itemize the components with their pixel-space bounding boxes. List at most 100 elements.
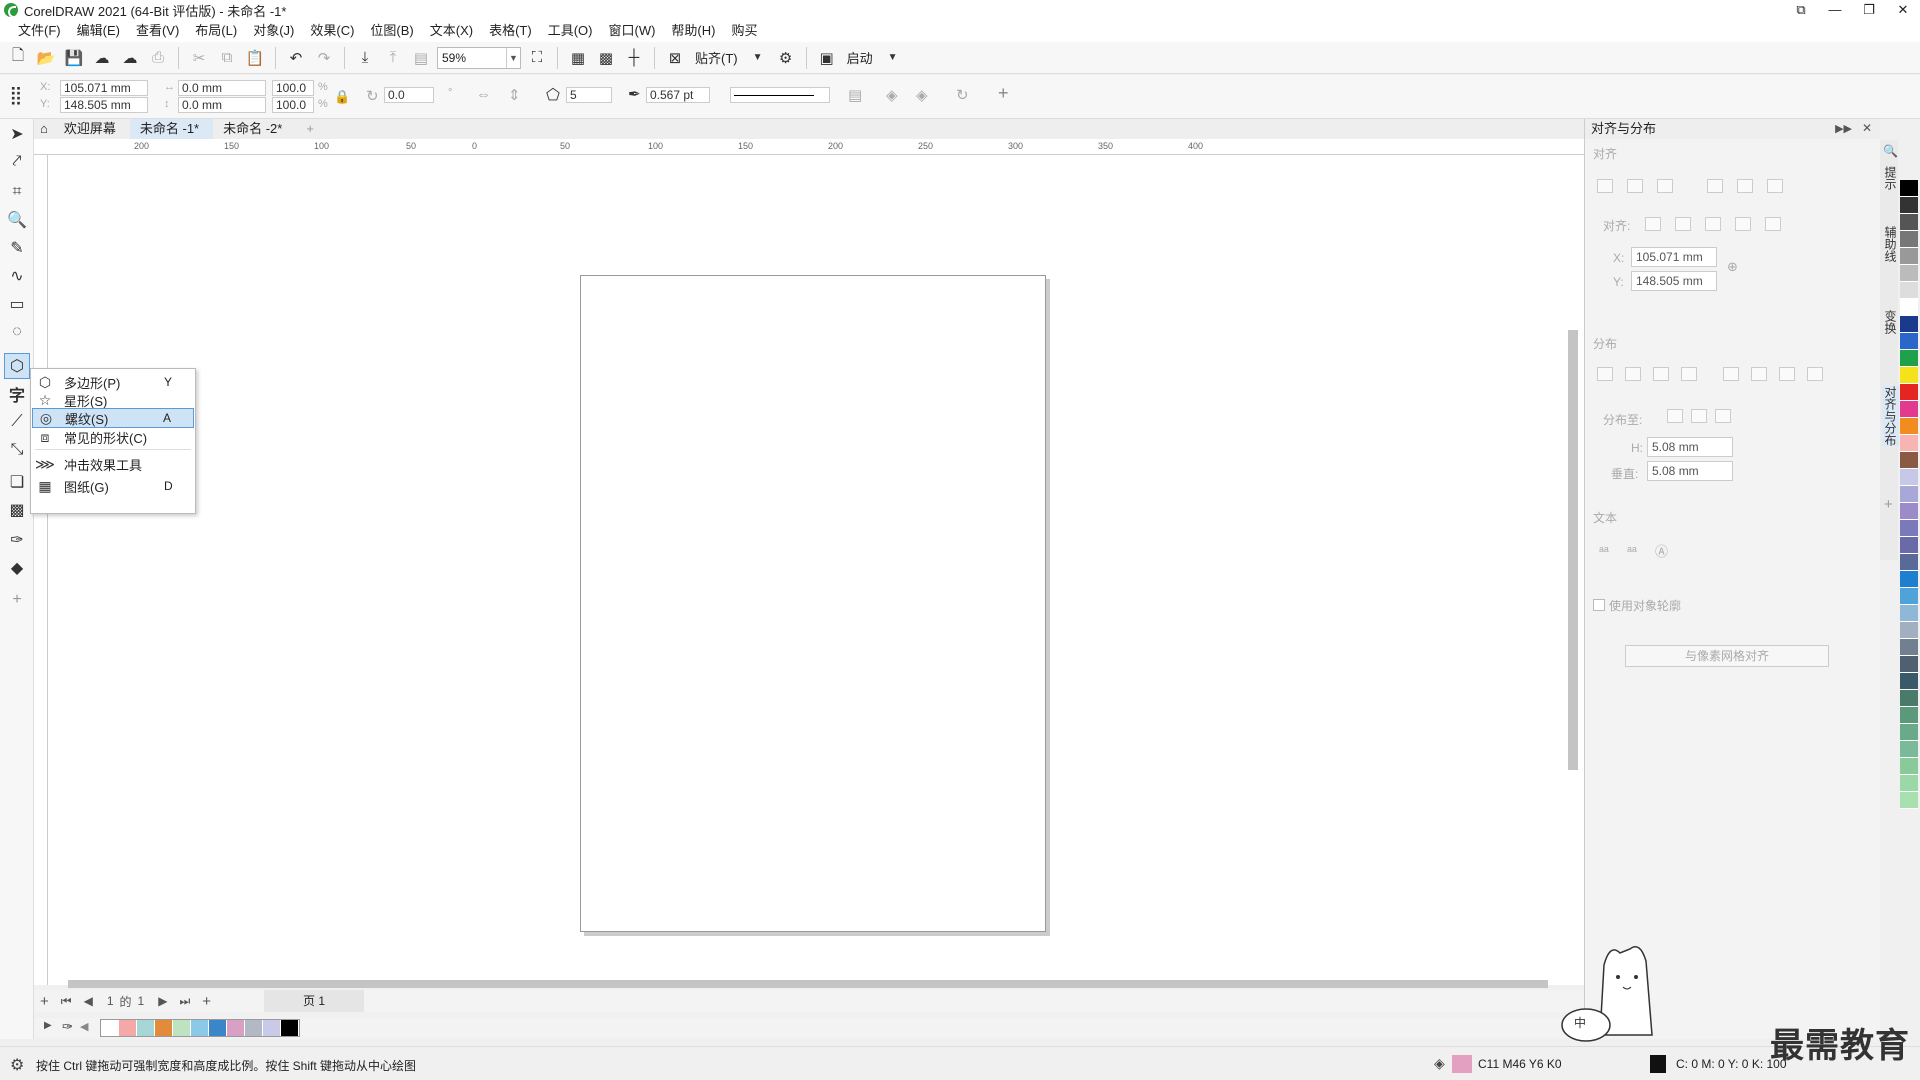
crop-tool-icon[interactable]: ⌗ (4, 179, 30, 205)
flyout-common-shapes[interactable]: ⧈ 常见的形状(C) (32, 427, 194, 447)
tab-untitled-2[interactable]: 未命名 -2* (213, 119, 296, 139)
launch-icon[interactable]: ▣ (815, 46, 839, 70)
tab-untitled-1[interactable]: 未命名 -1* (129, 119, 214, 139)
settings-gear-icon[interactable]: ⚙ (10, 1055, 24, 1075)
copy-icon[interactable]: ⧉ (215, 46, 239, 70)
align-active-object-icon[interactable] (1645, 217, 1661, 231)
menu-edit[interactable]: 编辑(E) (69, 20, 128, 42)
palette-swatch[interactable] (1900, 401, 1918, 418)
interactive-fill-icon[interactable]: ◆ (4, 555, 30, 581)
distribute-bottom-icon[interactable] (1807, 367, 1823, 381)
width-field[interactable]: 0.0 mm (178, 80, 266, 96)
palette-swatch[interactable] (1900, 690, 1918, 707)
palette-swatch[interactable] (119, 1020, 137, 1036)
wrap-text-icon[interactable]: ▤ (848, 86, 862, 104)
palette-swatch[interactable] (281, 1020, 299, 1036)
palette-swatch[interactable] (1900, 673, 1918, 690)
flyout-spiral[interactable]: ◎ 螺纹(S) A (32, 408, 194, 428)
palette-swatch[interactable] (1900, 724, 1918, 741)
publish-pdf-icon[interactable]: ▤ (409, 46, 433, 70)
eyedropper-icon[interactable]: ✑ (4, 527, 30, 553)
rectangle-tool-icon[interactable]: ▭ (4, 291, 30, 317)
palette-swatch[interactable] (1900, 299, 1918, 316)
close-button[interactable]: ✕ (1886, 0, 1920, 20)
last-page-icon[interactable]: ⏭ (179, 994, 190, 1009)
palette-swatch[interactable] (1900, 554, 1918, 571)
export-icon[interactable]: ⤒ (381, 46, 405, 70)
document-page[interactable] (580, 275, 1046, 932)
align-grid-icon[interactable] (1735, 217, 1751, 231)
add-icon[interactable]: + (998, 83, 1009, 104)
distribute-left-icon[interactable] (1597, 367, 1613, 381)
palette-swatch[interactable] (1900, 435, 1918, 452)
menu-effects[interactable]: 效果(C) (302, 20, 362, 42)
palette-swatch[interactable] (1900, 469, 1918, 486)
guidelines-icon[interactable]: ┼ (622, 46, 646, 70)
palette-swatch[interactable] (209, 1020, 227, 1036)
line-style-select[interactable] (730, 87, 830, 103)
search-icon[interactable]: 🔍 (1883, 144, 1898, 158)
distribute-v-field[interactable]: 5.08 mm (1647, 461, 1733, 481)
ellipse-tool-icon[interactable]: ◌ (4, 319, 30, 345)
palette-swatch[interactable] (1900, 503, 1918, 520)
restore-icon[interactable]: ⧉ (1784, 0, 1818, 20)
flyout-graph-paper[interactable]: ▦ 图纸(G) D (32, 476, 194, 496)
palette-swatch[interactable] (1900, 571, 1918, 588)
new-document-icon[interactable]: 🗋 (6, 46, 30, 70)
add-page-end-icon[interactable]: + (202, 993, 211, 1010)
target-icon[interactable]: ⊕ (1727, 259, 1738, 275)
to-front-icon[interactable]: ◈ (886, 86, 898, 104)
palette-swatch[interactable] (137, 1020, 155, 1036)
align-point-icon[interactable] (1765, 217, 1781, 231)
align-y-field[interactable]: 148.505 mm (1631, 271, 1717, 291)
new-tab-icon[interactable]: + (296, 119, 328, 139)
connector-tool-icon[interactable]: ⤡ (4, 437, 30, 463)
outline-width-field[interactable]: 0.567 pt (646, 87, 710, 103)
horizontal-scrollbar[interactable] (68, 980, 1548, 988)
palette-swatch[interactable] (1900, 622, 1918, 639)
docker-tab-hints[interactable]: 提示 (1882, 166, 1899, 190)
align-top-icon[interactable] (1707, 179, 1723, 193)
menu-text[interactable]: 文本(X) (422, 20, 481, 42)
chevron-down-icon[interactable]: ▼ (746, 46, 770, 70)
menu-help[interactable]: 帮助(H) (663, 20, 723, 42)
palette-swatch[interactable] (1900, 265, 1918, 282)
docker-collapse-icon[interactable]: ▶▶ (1835, 122, 1852, 135)
align-x-field[interactable]: 105.071 mm (1631, 247, 1717, 267)
menu-view[interactable]: 查看(V) (128, 20, 187, 42)
chevron-down-icon[interactable]: ▼ (881, 46, 905, 70)
palette-swatch[interactable] (1900, 452, 1918, 469)
first-page-icon[interactable]: ⏮ (61, 994, 72, 1009)
polygon-sides-field[interactable]: 5 (566, 87, 612, 103)
prev-page-icon[interactable]: ◀ (84, 994, 93, 1008)
palette-swatch[interactable] (1900, 775, 1918, 792)
text-baseline-icon[interactable]: ᵃᵃ (1599, 543, 1609, 558)
palette-swatch[interactable] (191, 1020, 209, 1036)
open-icon[interactable]: 📂 (34, 46, 58, 70)
palette-swatch[interactable] (1900, 231, 1918, 248)
height-field[interactable]: 0.0 mm (178, 97, 266, 113)
flyout-polygon[interactable]: ⬡ 多边形(P) Y (32, 372, 194, 392)
align-page-center-icon[interactable] (1705, 217, 1721, 231)
align-bottom-icon[interactable] (1767, 179, 1783, 193)
palette-swatch[interactable] (1900, 197, 1918, 214)
vertical-scrollbar[interactable] (1568, 330, 1578, 770)
drop-shadow-icon[interactable]: ❏ (4, 469, 30, 495)
align-left-icon[interactable] (1597, 179, 1613, 193)
distribute-top-icon[interactable] (1723, 367, 1739, 381)
pixel-grid-align-button[interactable]: 与像素网格对齐 (1625, 645, 1829, 667)
palette-swatch[interactable] (1900, 214, 1918, 231)
palette-swatch[interactable] (1900, 418, 1918, 435)
text-tool-icon[interactable]: 字 (4, 381, 30, 407)
page-tab[interactable]: 页 1 (264, 990, 364, 1012)
align-right-icon[interactable] (1657, 179, 1673, 193)
palette-swatch[interactable] (1900, 248, 1918, 265)
palette-swatch[interactable] (245, 1020, 263, 1036)
distribute-center-h-icon[interactable] (1625, 367, 1641, 381)
palette-swatch[interactable] (1900, 384, 1918, 401)
text-bbox-icon[interactable]: Ⓐ (1655, 541, 1668, 560)
palette-swatch[interactable] (1900, 180, 1918, 197)
zoom-combo[interactable]: 59% ▼ (437, 46, 521, 69)
distribute-spacing-h-icon[interactable] (1653, 367, 1669, 381)
add-tool-icon[interactable]: + (4, 587, 30, 613)
